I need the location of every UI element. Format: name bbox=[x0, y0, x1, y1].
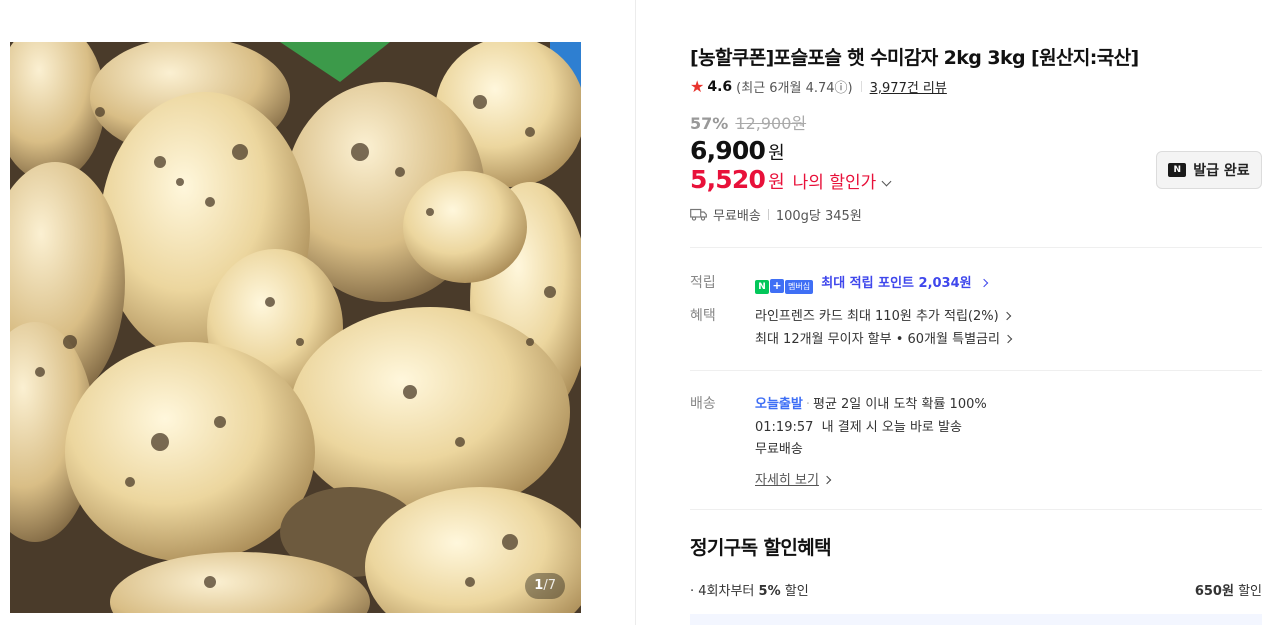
divider bbox=[690, 370, 1262, 371]
shipping-fee: 무료배송 bbox=[713, 209, 761, 224]
membership-badge: 멤버십 bbox=[785, 280, 814, 294]
chevron-right-icon bbox=[1003, 334, 1013, 344]
delivery-fee-row: 무료배송 bbox=[755, 438, 803, 457]
delivery-label: 배송 bbox=[690, 396, 716, 412]
original-price: 12,900원 bbox=[735, 114, 807, 133]
review-count-link[interactable]: 3,977건 리뷰 bbox=[870, 77, 947, 96]
truck-icon bbox=[690, 208, 707, 221]
shipping-summary: 무료배송 100g당 345원 bbox=[690, 205, 862, 224]
subscription-panel bbox=[690, 614, 1262, 625]
divider bbox=[767, 209, 769, 220]
subscription-amount-group: 650원 할인 bbox=[1195, 580, 1262, 599]
countdown-timer: 01:19:57 bbox=[755, 420, 814, 435]
potato-photo bbox=[10, 42, 581, 613]
star-icon: ★ bbox=[690, 77, 705, 96]
image-counter-total: /7 bbox=[543, 578, 556, 593]
product-title: [농할쿠폰]포슬포슬 햇 수미감자 2kg 3kg [원산지:국산] bbox=[690, 47, 1139, 69]
subscription-condition: · 4회차부터 5% 할인 bbox=[690, 580, 809, 599]
rating-row: ★ 4.6 (최근 6개월 4.74ⓘ) 3,977건 리뷰 bbox=[690, 77, 947, 96]
chevron-right-icon bbox=[822, 475, 832, 485]
card-benefit-text: 라인프렌즈 카드 최대 110원 추가 적립(2%) bbox=[755, 309, 999, 324]
subscription-discount-row: · 4회차부터 5% 할인 650원 할인 bbox=[690, 580, 1262, 599]
subscription-amount: 650원 bbox=[1194, 584, 1234, 599]
countdown-text: 내 결제 시 오늘 바로 발송 bbox=[821, 420, 962, 435]
image-counter-current: 1 bbox=[534, 578, 544, 593]
rating-score: 4.6 bbox=[707, 78, 733, 95]
installment-text: 최대 12개월 무이자 할부 • 60개월 특별금리 bbox=[755, 332, 1000, 347]
product-gallery: 1/7 bbox=[0, 0, 636, 625]
delivery-countdown-row: 01:19:57 내 결제 시 오늘 바로 발송 bbox=[755, 416, 962, 435]
delivery-fee: 무료배송 bbox=[755, 442, 803, 457]
subscription-amount-suffix: 할인 bbox=[1238, 584, 1262, 599]
my-price-unit: 원 bbox=[768, 172, 785, 193]
arrival-probability: 평균 2일 이내 도착 확률 100% bbox=[812, 397, 987, 412]
image-counter: 1/7 bbox=[525, 573, 565, 599]
chevron-right-icon bbox=[1002, 311, 1011, 321]
points-row[interactable]: N + 멤버십 최대 적립 포인트 2,034원 bbox=[755, 272, 989, 294]
sale-price-number: 6,900 bbox=[690, 136, 766, 165]
points-label: 적립 bbox=[690, 275, 716, 291]
coupon-label: 발급 완료 bbox=[1193, 163, 1250, 179]
delivery-detail-link[interactable]: 자세히 보기 bbox=[755, 469, 832, 488]
subscription-rate: 5% bbox=[758, 584, 781, 599]
discount-row: 57% 12,900원 bbox=[690, 110, 806, 134]
sale-price-unit: 원 bbox=[768, 143, 785, 164]
divider bbox=[690, 509, 1262, 510]
bullet: · bbox=[805, 397, 810, 412]
sale-price: 6,900 원 bbox=[690, 136, 785, 165]
installment-link[interactable]: 최대 12개월 무이자 할부 • 60개월 특별금리 bbox=[755, 328, 1013, 347]
rating-recent[interactable]: (최근 6개월 4.74ⓘ) bbox=[736, 77, 852, 96]
subscription-suffix: 할인 bbox=[784, 584, 809, 599]
divider bbox=[860, 81, 862, 92]
divider bbox=[690, 247, 1262, 248]
my-price-label: 나의 할인가 bbox=[792, 173, 877, 193]
subscription-title: 정기구독 할인혜택 bbox=[690, 537, 832, 559]
benefits-label: 혜택 bbox=[690, 308, 716, 324]
max-points-link[interactable]: 최대 적립 포인트 2,034원 bbox=[821, 276, 971, 291]
chevron-down-icon bbox=[881, 176, 892, 187]
today-ship-badge: 오늘출발 bbox=[755, 397, 803, 412]
card-benefit-link[interactable]: 라인프렌즈 카드 최대 110원 추가 적립(2%) bbox=[755, 305, 1011, 324]
naver-n-icon: N bbox=[755, 280, 769, 294]
my-discount-price[interactable]: 5,520 원 나의 할인가 bbox=[690, 165, 892, 194]
discount-rate: 57% bbox=[690, 114, 729, 133]
product-image[interactable]: 1/7 bbox=[10, 42, 581, 613]
chevron-right-icon bbox=[979, 278, 989, 288]
subscription-prefix: · 4회차부터 bbox=[690, 584, 755, 599]
my-price-number: 5,520 bbox=[690, 165, 766, 194]
coupon-issued-button[interactable]: N 발급 완료 bbox=[1156, 151, 1262, 189]
delivery-today-row: 오늘출발 · 평균 2일 이내 도착 확률 100% bbox=[755, 393, 987, 412]
detail-link-text: 자세히 보기 bbox=[755, 473, 819, 488]
naver-n-icon: N bbox=[1168, 163, 1187, 177]
unit-price: 100g당 345원 bbox=[775, 209, 862, 224]
plus-icon: + bbox=[770, 279, 784, 293]
